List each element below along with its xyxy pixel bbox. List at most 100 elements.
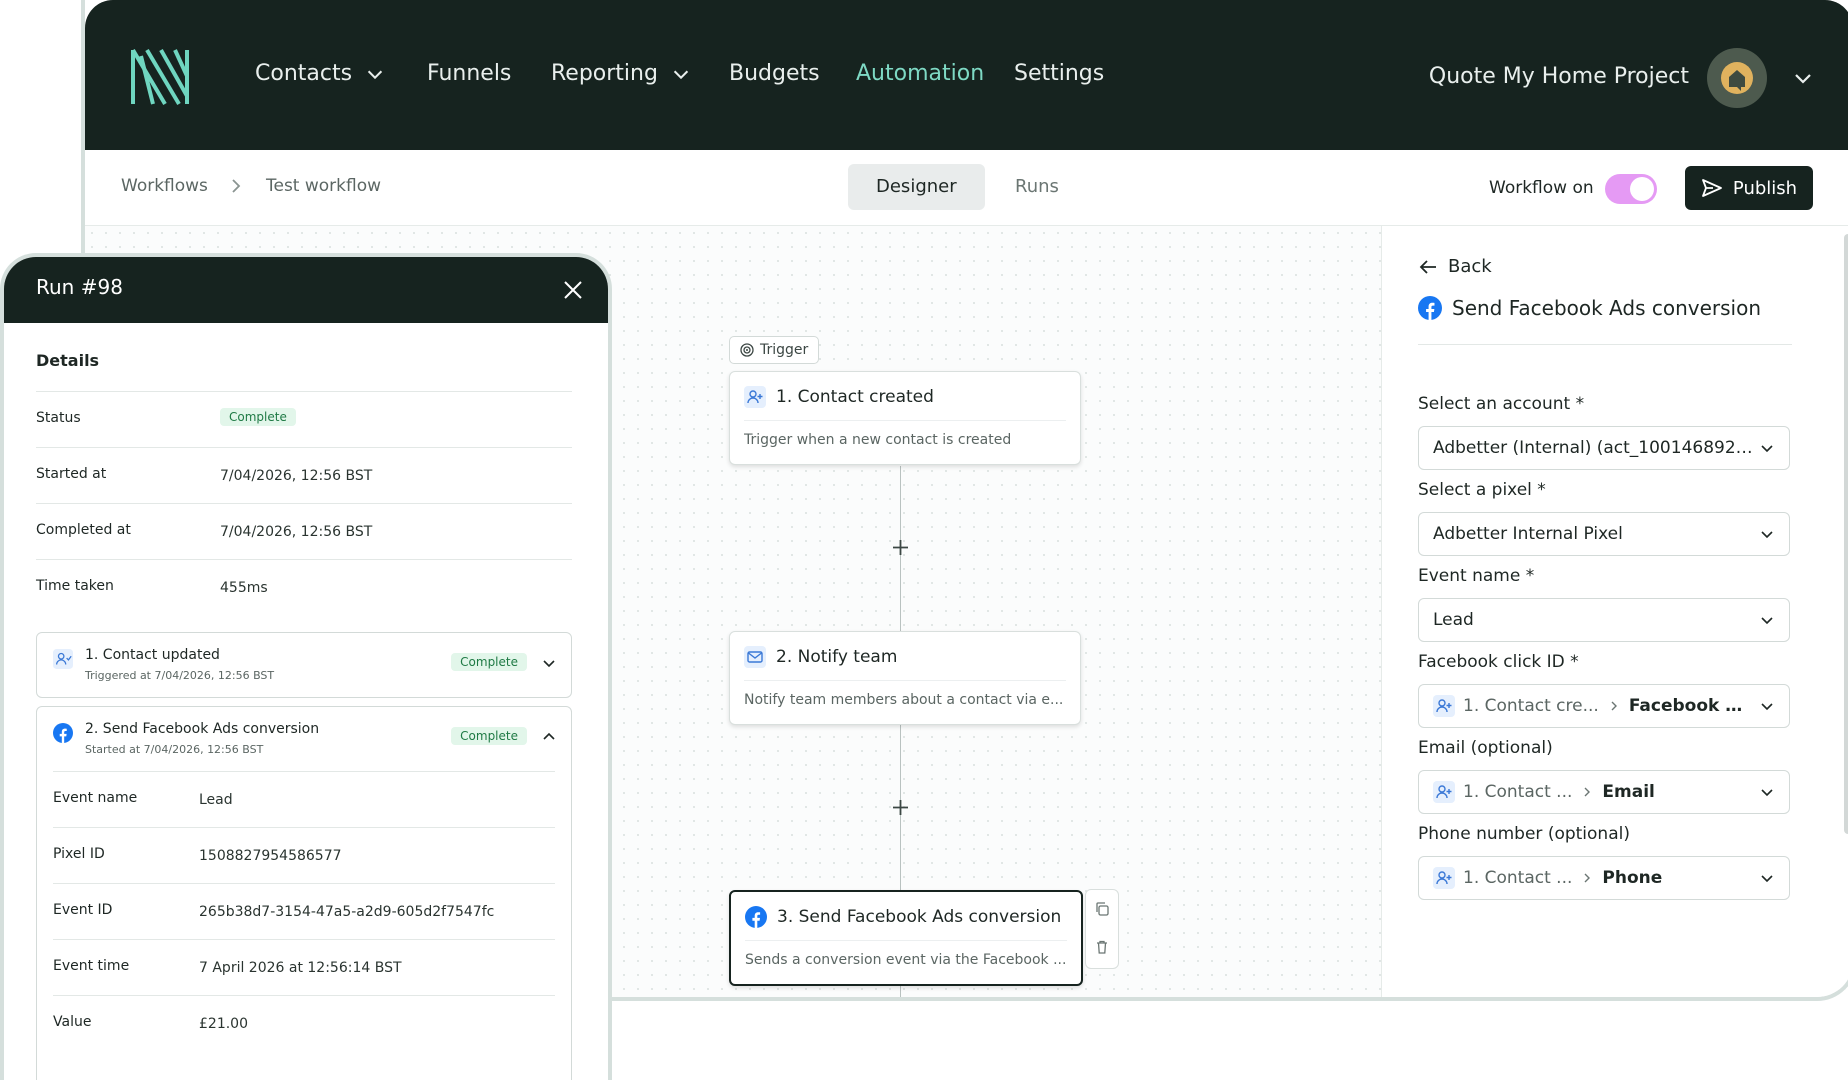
add-step-icon[interactable]: [891, 538, 910, 557]
node-description: Notify team members about a contact via …: [744, 692, 1064, 708]
phone-label: Phone number (optional): [1418, 824, 1630, 844]
detail-key: Event time: [53, 958, 130, 974]
detail-key: Status: [36, 410, 81, 426]
trigger-tag: Trigger: [729, 336, 820, 364]
chevron-right-icon: [1584, 787, 1591, 797]
workflow-toolbar: Workflows Test workflow Designer Runs Wo…: [85, 150, 1848, 226]
node-contact-created[interactable]: 1. Contact created Trigger when a new co…: [729, 371, 1081, 465]
detail-value: Lead: [199, 792, 233, 808]
chevron-down-icon: [1761, 875, 1773, 883]
run-details-panel: Run #98 Details Status Complete Started …: [0, 253, 612, 1080]
event-name-label: Event name *: [1418, 566, 1535, 586]
delete-button[interactable]: [1086, 928, 1118, 966]
publish-label: Publish: [1732, 177, 1798, 199]
duplicate-button[interactable]: [1086, 890, 1118, 928]
node-description: Trigger when a new contact is created: [744, 432, 1012, 448]
detail-value: 7/04/2026, 12:56 BST: [220, 468, 373, 484]
click-id-value: Facebook clic...: [1628, 696, 1751, 716]
phone-select[interactable]: 1. Contact ... Phone: [1418, 856, 1790, 900]
facebook-icon: [53, 723, 73, 743]
detail-value: £21.00: [199, 1016, 248, 1032]
workflow-toggle-label: Workflow on: [1489, 178, 1594, 198]
nav-reporting[interactable]: Reporting: [551, 61, 692, 86]
node-title: 2. Notify team: [744, 646, 1066, 681]
chevron-down-icon: [673, 70, 689, 79]
pixel-select[interactable]: Adbetter Internal Pixel: [1418, 512, 1790, 556]
account-value: Adbetter (Internal) (act_10014689213...: [1433, 438, 1759, 458]
account-select[interactable]: Adbetter (Internal) (act_10014689213...: [1418, 426, 1790, 470]
node-title-text: 1. Contact created: [776, 387, 934, 407]
chevron-right-icon: [232, 179, 241, 193]
nav-reporting-label: Reporting: [551, 61, 658, 86]
detail-value: 7/04/2026, 12:56 BST: [220, 524, 373, 540]
email-select[interactable]: 1. Contact ... Email: [1418, 770, 1790, 814]
top-navigation: Contacts Funnels Reporting Budgets Autom…: [85, 0, 1848, 150]
user-plus-icon: [1433, 867, 1455, 889]
add-step-icon[interactable]: [891, 798, 910, 817]
trigger-tag-label: Trigger: [760, 342, 809, 358]
chevron-right-icon: [1611, 701, 1617, 711]
chevron-down-icon: [1761, 531, 1773, 539]
nav-contacts[interactable]: Contacts: [255, 61, 386, 86]
pixel-value: Adbetter Internal Pixel: [1433, 524, 1623, 544]
workflow-toggle[interactable]: [1605, 174, 1657, 204]
chevron-down-icon: [1761, 703, 1773, 711]
step-detail-event-id: Event ID 265b38d7-3154-47a5-a2d9-605d2f7…: [53, 883, 555, 939]
breadcrumb-workflows[interactable]: Workflows: [121, 176, 208, 196]
publish-button[interactable]: Publish: [1685, 166, 1813, 210]
nav-funnels-label: Funnels: [427, 61, 512, 86]
phone-source: 1. Contact ...: [1463, 868, 1573, 888]
node-title-text: 3. Send Facebook Ads conversion: [777, 907, 1062, 927]
node-actions: [1085, 889, 1119, 969]
step-detail-event-time: Event time 7 April 2026 at 12:56:14 BST: [53, 939, 555, 995]
close-icon[interactable]: [562, 279, 584, 301]
pixel-label: Select a pixel *: [1418, 480, 1546, 500]
user-plus-icon: [1433, 695, 1455, 717]
status-badge: Complete: [220, 408, 296, 426]
run-header: Run #98: [4, 257, 608, 323]
click-id-select[interactable]: 1. Contact cre... Facebook clic...: [1418, 684, 1790, 728]
nav-funnels[interactable]: Funnels: [427, 61, 511, 86]
nav-budgets[interactable]: Budgets: [729, 61, 820, 86]
detail-key: Pixel ID: [53, 846, 105, 862]
nav-settings-label: Settings: [1014, 61, 1105, 86]
trash-icon: [1097, 940, 1107, 954]
tab-designer[interactable]: Designer: [848, 164, 985, 210]
step-header[interactable]: 2. Send Facebook Ads conversion Started …: [37, 707, 571, 771]
nav-automation[interactable]: Automation: [856, 61, 984, 86]
node-send-facebook-conversion[interactable]: 3. Send Facebook Ads conversion Sends a …: [729, 890, 1083, 986]
detail-key: Started at: [36, 466, 107, 482]
chevron-down-icon: [1761, 789, 1773, 797]
nav-settings[interactable]: Settings: [1014, 61, 1104, 86]
brand-logo[interactable]: [129, 46, 191, 108]
chevron-down-icon[interactable]: [1791, 66, 1815, 90]
nav-budgets-label: Budgets: [729, 61, 820, 86]
panel-title: Send Facebook Ads conversion: [1418, 296, 1792, 345]
event-name-value: Lead: [1433, 610, 1474, 630]
click-id-source: 1. Contact cre...: [1463, 696, 1599, 716]
arrow-left-icon: [1419, 259, 1436, 274]
facebook-icon: [745, 906, 767, 928]
node-description: Sends a conversion event via the Faceboo…: [745, 952, 1067, 968]
detail-key: Completed at: [36, 522, 131, 538]
node-title: 1. Contact created: [744, 386, 1066, 421]
node-notify-team[interactable]: 2. Notify team Notify team members about…: [729, 631, 1081, 725]
tab-runs[interactable]: Runs: [987, 164, 1087, 210]
avatar[interactable]: [1707, 48, 1767, 108]
account-name[interactable]: Quote My Home Project: [1429, 64, 1689, 89]
status-badge: Complete: [451, 653, 527, 671]
toggle-knob: [1630, 177, 1654, 201]
step-header[interactable]: 1. Contact updated Triggered at 7/04/202…: [37, 633, 571, 697]
email-source: 1. Contact ...: [1463, 782, 1573, 802]
detail-value: 455ms: [220, 580, 268, 596]
target-icon: [740, 343, 754, 357]
chevron-down-icon: [1761, 617, 1773, 625]
step-detail-value: Value £21.00: [53, 995, 555, 1051]
copy-icon: [1096, 902, 1109, 916]
event-name-select[interactable]: Lead: [1418, 598, 1790, 642]
account-label: Select an account *: [1418, 394, 1585, 414]
detail-key: Value: [53, 1014, 92, 1030]
user-icon: [53, 649, 73, 669]
back-button[interactable]: Back: [1418, 256, 1492, 277]
panel-scrollbar[interactable]: [1844, 234, 1848, 834]
